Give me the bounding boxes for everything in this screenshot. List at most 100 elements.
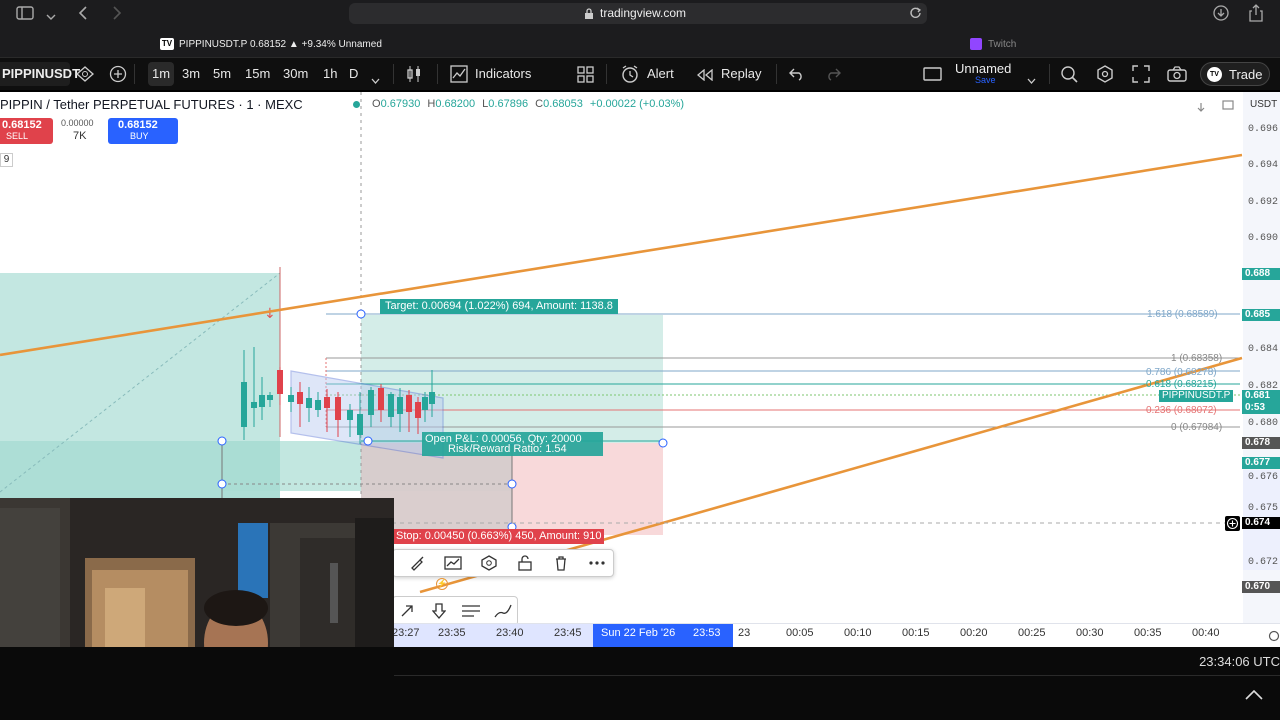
left-handle bbox=[217, 436, 227, 446]
download-icon[interactable] bbox=[1213, 5, 1229, 26]
layout-icon[interactable] bbox=[923, 67, 942, 86]
alert-button[interactable]: Alert bbox=[647, 58, 674, 90]
down-arrow-icon[interactable] bbox=[427, 599, 451, 623]
time-tick: 23:35 bbox=[438, 627, 466, 639]
price-tick: 0.696 bbox=[1247, 124, 1278, 135]
time-tick: 00:15 bbox=[902, 627, 930, 639]
trash-icon[interactable] bbox=[549, 551, 573, 575]
price-tick: 0.675 bbox=[1247, 503, 1278, 514]
time-tick: 00:25 bbox=[1018, 627, 1046, 639]
interval-5m[interactable]: 5m bbox=[213, 58, 231, 90]
divider bbox=[134, 64, 135, 84]
divider bbox=[606, 64, 607, 84]
browser-bar: tradingview.com bbox=[0, 0, 1280, 28]
drawing-toolbar-secondary bbox=[392, 596, 518, 626]
forward-icon[interactable] bbox=[112, 5, 122, 26]
tab-tradingview[interactable]: TV PIPPINUSDT.P 0.68152 ▲ +9.34% Unnamed bbox=[160, 37, 382, 51]
time-tick: 00:20 bbox=[960, 627, 988, 639]
buy-price: 0.68152 bbox=[118, 119, 158, 131]
currency-label[interactable]: USDT bbox=[1250, 99, 1277, 110]
target-handle bbox=[356, 309, 366, 319]
address-field[interactable]: tradingview.com bbox=[349, 3, 927, 24]
quick-search-icon[interactable] bbox=[1060, 65, 1078, 88]
tab-twitch[interactable]: Twitch bbox=[970, 37, 1016, 51]
brush-icon[interactable] bbox=[405, 551, 429, 575]
target-label[interactable]: Target: 0.00694 (1.022%) 694, Amount: 11… bbox=[380, 299, 618, 314]
reload-icon[interactable] bbox=[909, 6, 922, 24]
legend-close: 0.68053 bbox=[543, 98, 583, 110]
redo-icon[interactable] bbox=[825, 67, 841, 86]
interval-15m[interactable]: 15m bbox=[245, 58, 270, 90]
trade-button[interactable]: TV Trade bbox=[1200, 62, 1270, 86]
interval-d[interactable]: D bbox=[349, 58, 358, 90]
brush-alt-icon[interactable] bbox=[491, 599, 515, 623]
lightning-icon[interactable]: ⚡ bbox=[436, 578, 448, 590]
pnl-box[interactable]: Open P&L: 0.00056, Qty: 20000 Risk/Rewar… bbox=[422, 432, 603, 456]
layout-name: Unnamed bbox=[955, 61, 1012, 76]
add-order-icon[interactable] bbox=[1225, 516, 1240, 531]
legend-title[interactable]: PIPPIN / Tether PERPETUAL FUTURES · 1 · … bbox=[0, 97, 303, 112]
candle bbox=[397, 397, 403, 414]
symbol-search[interactable]: PIPPINUSDT bbox=[0, 62, 80, 86]
alert-icon[interactable] bbox=[620, 64, 640, 89]
chart-settings-icon[interactable] bbox=[441, 551, 465, 575]
candle bbox=[335, 397, 341, 420]
interval-30m[interactable]: 30m bbox=[283, 58, 308, 90]
divider bbox=[1049, 64, 1050, 84]
share-icon[interactable] bbox=[1249, 4, 1263, 27]
chart-maximize-icon[interactable] bbox=[1222, 98, 1234, 116]
interval-chevron-icon[interactable] bbox=[371, 71, 380, 89]
clock[interactable]: 23:34:06 UTC bbox=[1199, 654, 1280, 669]
compare-icon[interactable] bbox=[75, 66, 95, 87]
lock-icon bbox=[584, 7, 594, 25]
time-tick: 23:27 bbox=[392, 627, 420, 639]
more-icon[interactable] bbox=[585, 551, 609, 575]
candle bbox=[388, 394, 394, 417]
candle bbox=[368, 390, 374, 415]
interval-1m[interactable]: 1m bbox=[152, 58, 170, 90]
sidebar-icon[interactable] bbox=[16, 6, 34, 25]
time-tick: 23 bbox=[738, 627, 751, 639]
legend-ohlc: O0.67930 H0.68200 L0.67896 C0.68053 +0.0… bbox=[372, 98, 684, 110]
buy-button[interactable]: 0.68152 BUY bbox=[108, 118, 178, 144]
time-settings-icon[interactable] bbox=[1268, 629, 1280, 647]
replay-icon[interactable] bbox=[696, 68, 713, 86]
unlock-icon[interactable] bbox=[513, 551, 537, 575]
price-tick: 0.676 bbox=[1247, 472, 1278, 483]
fib-label: 0 (0.67984) bbox=[1171, 422, 1223, 433]
back-icon[interactable] bbox=[78, 5, 88, 26]
indicators-icon[interactable] bbox=[450, 65, 468, 88]
drawing-toolbar bbox=[392, 549, 614, 577]
scroll-down-icon[interactable] bbox=[1196, 99, 1206, 117]
stop-label[interactable]: Stop: 0.00450 (0.663%) 450, Amount: 910 bbox=[393, 529, 605, 544]
camera-icon[interactable] bbox=[1167, 66, 1187, 87]
layout-chevron-icon[interactable] bbox=[1027, 71, 1036, 89]
indicator-badge[interactable]: 9 bbox=[0, 153, 13, 167]
settings-icon[interactable] bbox=[1096, 65, 1114, 88]
replay-button[interactable]: Replay bbox=[721, 58, 761, 90]
lines-icon[interactable] bbox=[459, 599, 483, 623]
indicators-button[interactable]: Indicators bbox=[475, 58, 531, 90]
fullscreen-icon[interactable] bbox=[1132, 65, 1150, 88]
quantity-value[interactable]: 7K bbox=[73, 130, 86, 142]
legend-high: 0.68200 bbox=[435, 98, 476, 110]
entry-handle bbox=[363, 436, 373, 446]
right-handle bbox=[658, 438, 668, 448]
add-symbol-icon[interactable] bbox=[109, 65, 127, 88]
settings-icon[interactable] bbox=[477, 551, 501, 575]
undo-icon[interactable] bbox=[789, 67, 805, 86]
time-axis[interactable]: 23:27 23:35 23:40 23:45 Sun 22 Feb '26 2… bbox=[392, 623, 1280, 647]
mid-handle-2 bbox=[507, 479, 517, 489]
expand-panel-icon[interactable] bbox=[1245, 687, 1263, 705]
trade-label: Trade bbox=[1229, 67, 1263, 82]
price-tag: 0.670 bbox=[1242, 581, 1280, 593]
tab-label: PIPPINUSDT.P 0.68152 ▲ +9.34% Unnamed bbox=[179, 38, 382, 50]
arrow-icon[interactable] bbox=[395, 599, 419, 623]
sell-button[interactable]: 0.68152 SELL bbox=[0, 118, 53, 144]
chevron-down-icon[interactable] bbox=[46, 8, 56, 26]
candles-icon[interactable] bbox=[406, 65, 422, 88]
templates-icon[interactable] bbox=[577, 66, 594, 88]
interval-1h[interactable]: 1h bbox=[323, 58, 337, 90]
interval-3m[interactable]: 3m bbox=[182, 58, 200, 90]
candle bbox=[378, 388, 384, 410]
